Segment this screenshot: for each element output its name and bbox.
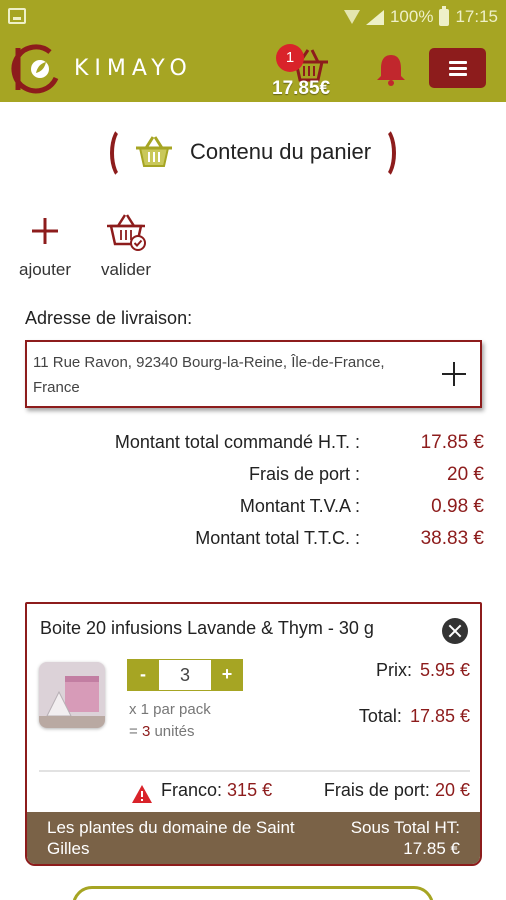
subtotal-block: Sous Total HT: 17.85 € (351, 817, 460, 859)
signal-icon (365, 9, 384, 25)
seller-footer: Les plantes du domaine de Saint Gilles S… (27, 812, 480, 864)
basket-icon (136, 136, 172, 167)
order-totals: Montant total commandé H.T. : 17.85 € Fr… (40, 430, 486, 558)
line-total: Total: 17.85 € (359, 706, 470, 727)
remove-item-icon[interactable] (442, 618, 468, 644)
kimayo-logo-icon[interactable] (10, 42, 64, 96)
franco-value: 315 € (227, 780, 273, 800)
total-ttc-row: Montant total T.T.C. : 38.83 € (40, 526, 486, 558)
product-image[interactable] (39, 662, 105, 728)
unit-count: = 3 unités (129, 721, 211, 743)
total-ht-label: Montant total commandé H.T. : (114, 432, 360, 452)
add-button-label: ajouter (19, 260, 71, 279)
hamburger-icon (449, 61, 467, 64)
shipping-label: Frais de port : (248, 464, 360, 484)
app-header: KIMAYO 1 17.85€ (0, 34, 506, 102)
page-title-block: Contenu du panier (110, 126, 396, 180)
item-shipping-value: 20 € (434, 780, 470, 800)
total-ttc-label: Montant total T.T.C. : (195, 528, 360, 548)
delivery-address-field[interactable]: 11 Rue Ravon, 92340 Bourg-la-Reine, Île-… (25, 340, 482, 408)
line-total-label: Total: (358, 706, 402, 726)
subtotal-value: 17.85 € (403, 839, 460, 858)
shipping-value: 20 € (447, 464, 484, 485)
unit-count-prefix: = (129, 723, 142, 740)
franco-label: Franco: (161, 780, 223, 800)
divider (39, 770, 470, 772)
add-button[interactable]: ajouter (12, 210, 78, 280)
unit-count-suffix: unités (150, 723, 195, 740)
brand-name: KIMAYO (74, 56, 193, 81)
plus-icon (32, 218, 58, 244)
validate-button-label: valider (100, 260, 152, 279)
subtotal-label: Sous Total HT: (350, 818, 460, 837)
item-shipping-info: Frais de port: 20 € (324, 780, 470, 801)
quantity-increase-button[interactable]: + (211, 659, 243, 691)
warning-icon (132, 785, 152, 803)
total-ht-value: 17.85 € (420, 432, 484, 453)
pack-info: x 1 par pack = 3 unités (129, 699, 211, 743)
battery-icon (439, 5, 450, 26)
hamburger-icon-bar (449, 73, 467, 76)
quantity-decrease-button[interactable]: - (127, 659, 159, 691)
basket-check-icon (107, 214, 146, 251)
total-ttc-value: 38.83 € (420, 528, 484, 549)
cart-count-badge: 1 (276, 44, 304, 72)
seller-name: Les plantes du domaine de Saint Gilles (47, 818, 295, 858)
quantity-input[interactable]: 3 (159, 659, 211, 691)
bell-icon[interactable] (374, 51, 408, 87)
shipping-row: Frais de port : 20 € (40, 462, 486, 494)
unit-price: Prix: 5.95 € (376, 660, 470, 681)
quantity-stepper: - 3 + (127, 659, 243, 691)
franco-info: Franco: 315 € (161, 780, 272, 801)
validate-button[interactable]: valider (94, 210, 158, 280)
delivery-address-value: 11 Rue Ravon, 92340 Bourg-la-Reine, Île-… (33, 354, 385, 396)
bracket-right-decoration (370, 126, 396, 180)
unit-price-value: 5.95 € (419, 660, 470, 680)
battery-percent: 100% (389, 7, 434, 26)
vat-value: 0.98 € (431, 496, 484, 517)
hamburger-icon-bar (449, 67, 467, 70)
pack-size: x 1 par pack (129, 701, 211, 718)
product-image-graphic (39, 662, 105, 728)
bottom-action-button[interactable] (72, 886, 434, 900)
cart-total: 17.85€ (272, 78, 331, 99)
vat-label: Montant T.V.A : (239, 496, 360, 516)
add-address-icon[interactable] (442, 362, 466, 386)
wifi-icon (343, 10, 360, 24)
total-ht-row: Montant total commandé H.T. : 17.85 € (40, 430, 486, 462)
clock: 17:15 (455, 7, 498, 26)
vat-row: Montant T.V.A : 0.98 € (40, 494, 486, 526)
delivery-address-label: Adresse de livraison: (25, 308, 193, 328)
bracket-left-decoration (110, 126, 136, 180)
page-title: Contenu du panier (190, 139, 372, 164)
status-bar: 100% 17:15 (0, 0, 506, 34)
menu-button[interactable] (429, 48, 486, 88)
unit-price-label: Prix: (375, 660, 412, 680)
screenshot-notification-icon (8, 8, 26, 24)
product-title: Boite 20 infusions Lavande & Thym - 30 g (40, 618, 374, 638)
line-total-value: 17.85 € (409, 706, 470, 726)
cart-item-card: Boite 20 infusions Lavande & Thym - 30 g… (25, 602, 482, 866)
item-shipping-label: Frais de port: (323, 780, 430, 800)
